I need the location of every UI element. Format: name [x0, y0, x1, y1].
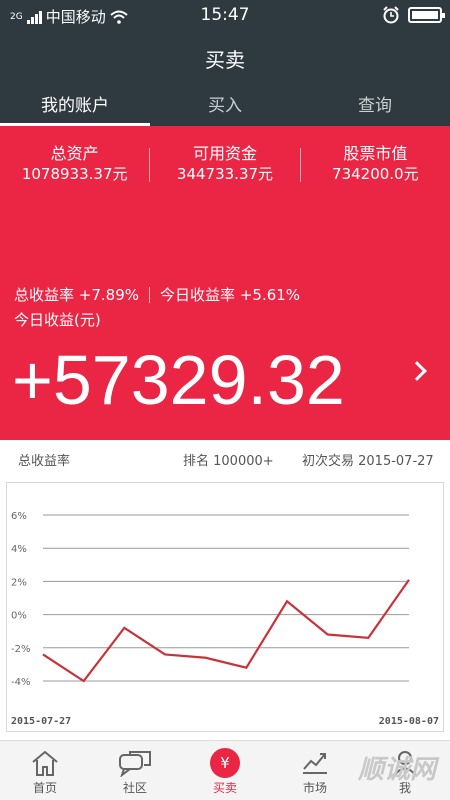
nav-trade-label: 买卖	[212, 781, 237, 795]
y-tick-label: -2%	[11, 644, 30, 655]
battery-icon	[408, 7, 445, 23]
nav-home[interactable]: 首页	[0, 741, 90, 800]
nav-market-label: 市场	[302, 781, 327, 795]
total-return-value: +7.89%	[78, 286, 140, 304]
account-summary-panel: 总资产 1078933.37元 可用资金 344733.37元 股票市值 734…	[0, 126, 450, 440]
y-tick-label: 0%	[11, 611, 27, 622]
first-trade-date: 初次交易 2015-07-27	[302, 454, 434, 469]
status-right	[382, 6, 445, 24]
stock-value-value: 734200.0元	[332, 165, 419, 183]
total-return-label: 总收益率	[14, 286, 75, 304]
divider	[149, 286, 151, 303]
tab-query[interactable]: 查询	[300, 88, 450, 126]
today-profit-value: +57329.32	[12, 341, 345, 419]
return-ratios: 总收益率 +7.89% 今日收益率 +5.61%	[14, 284, 300, 305]
chart-label: 总收益率	[18, 454, 71, 469]
today-return-value: +5.61%	[239, 286, 301, 304]
tab-my-account[interactable]: 我的账户	[0, 88, 150, 126]
chat-icon	[119, 751, 151, 777]
total-assets-label: 总资产	[50, 144, 99, 163]
today-return-label: 今日收益率	[160, 286, 236, 304]
nav-bar: 买卖 我的账户 买入 查询	[0, 32, 450, 126]
stock-market-value: 股票市值 734200.0元	[301, 144, 450, 184]
x-tick-label: 2015-08-07	[379, 716, 439, 727]
total-assets: 总资产 1078933.37元	[0, 144, 149, 184]
y-tick-label: 2%	[11, 577, 27, 588]
nav-community-label: 社区	[122, 781, 147, 795]
today-return: 今日收益率 +5.61%	[160, 284, 300, 305]
chevron-right-icon[interactable]	[407, 361, 427, 381]
nav-home-label: 首页	[32, 781, 57, 795]
x-tick-label: 2015-07-27	[11, 716, 71, 727]
available-funds: 可用资金 344733.37元	[150, 144, 299, 184]
page-title: 买卖	[205, 48, 245, 72]
status-bar: 2G 中国移动 15:47	[0, 0, 450, 32]
available-funds-value: 344733.37元	[176, 165, 274, 183]
asset-stats: 总资产 1078933.37元 可用资金 344733.37元 股票市值 734…	[0, 144, 450, 184]
return-chart-svg: 6% 4% 2% 0% -2% -4% 2015-07-27 2015-08-07	[11, 511, 439, 727]
rank: 排名 100000+	[183, 454, 274, 469]
tab-buy[interactable]: 买入	[150, 88, 300, 126]
available-funds-label: 可用资金	[192, 144, 257, 163]
stock-value-label: 股票市值	[343, 144, 408, 163]
nav-market[interactable]: 市场	[270, 741, 360, 800]
watermark: 顺诚网	[357, 755, 436, 785]
y-tick-label: 6%	[11, 511, 27, 522]
y-tick-label: 4%	[11, 544, 27, 555]
market-icon	[303, 753, 327, 774]
nav-community[interactable]: 社区	[90, 741, 180, 800]
return-chart: 6% 4% 2% 0% -2% -4% 2015-07-27 2015-08-07	[6, 482, 444, 732]
alarm-icon	[383, 6, 399, 24]
home-icon	[32, 750, 58, 776]
today-profit-label: 今日收益(元)	[14, 311, 101, 329]
nav-trade[interactable]: ¥ 买卖	[180, 741, 270, 800]
yuan-icon: ¥	[210, 748, 240, 778]
tab-bar: 我的账户 买入 查询	[0, 88, 450, 126]
chart-info-row: 总收益率 排名 100000+ 初次交易 2015-07-27	[0, 450, 450, 472]
total-return: 总收益率 +7.89%	[14, 284, 139, 305]
bottom-nav: 首页 社区 ¥ 买卖 市场 我 顺诚网	[0, 740, 450, 800]
return-line	[42, 579, 410, 683]
y-tick-label: -4%	[11, 677, 30, 688]
total-assets-value: 1078933.37元	[21, 165, 128, 183]
